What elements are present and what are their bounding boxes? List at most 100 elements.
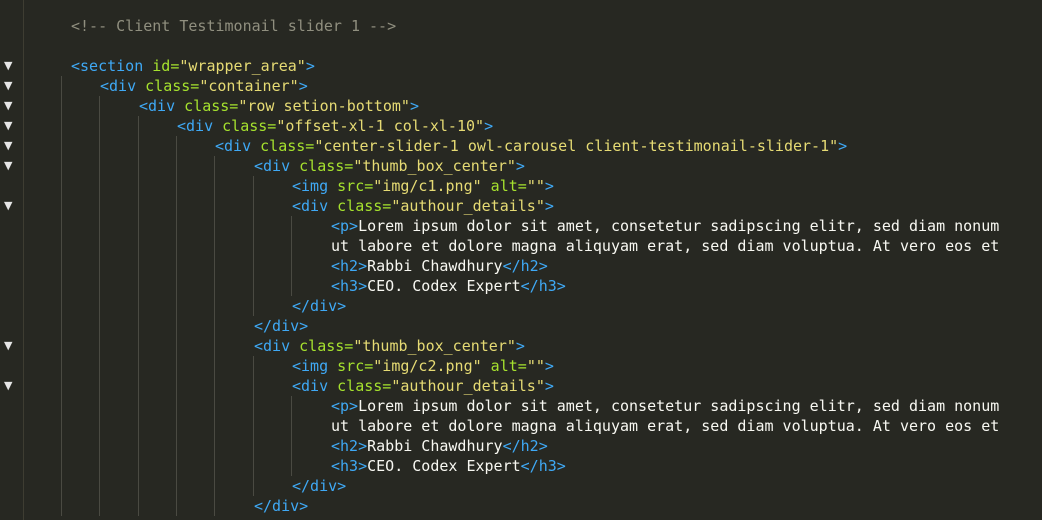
code-line[interactable]: ▼ <div class="container"> <box>0 76 1042 96</box>
code-text: <div class="authour_details"> <box>292 196 554 216</box>
indent-guide <box>99 296 100 316</box>
code-token: class= <box>299 337 354 355</box>
code-text: <img src="img/c2.png" alt=""> <box>292 356 554 376</box>
indent-guide <box>61 456 62 476</box>
fold-toggle-icon[interactable]: ▼ <box>4 96 18 116</box>
code-line[interactable]: ▼ <div class="authour_details"> <box>0 376 1042 396</box>
indent-guide <box>61 256 62 276</box>
code-line[interactable]: ▼ <div class="authour_details"> <box>0 196 1042 216</box>
code-line[interactable]: <img src="img/c1.png" alt=""> <box>0 176 1042 196</box>
code-token: > <box>298 77 308 95</box>
indent-guide <box>61 76 62 96</box>
fold-toggle-icon[interactable]: ▼ <box>4 136 18 156</box>
indent-guide <box>61 376 62 396</box>
code-line[interactable]: </div> <box>0 476 1042 496</box>
code-token: src= <box>337 177 374 195</box>
code-text: <div class="thumb_box_center"> <box>254 156 525 176</box>
code-line[interactable]: <h3>CEO. Codex Expert</h3> <box>0 276 1042 296</box>
fold-toggle-icon[interactable]: ▼ <box>4 76 18 96</box>
code-token: <p> <box>331 217 359 235</box>
indent-guide <box>61 96 62 116</box>
code-line[interactable]: <p>Lorem ipsum dolor sit amet, consetetu… <box>0 396 1042 416</box>
code-token: <section <box>71 57 153 75</box>
code-line[interactable]: <!-- Client Testimonail slider 1 --> <box>0 16 1042 36</box>
indent-guide <box>214 276 215 296</box>
code-token: <p> <box>331 397 359 415</box>
code-token: <div <box>139 97 185 115</box>
indent-guide <box>61 236 62 256</box>
code-token: class= <box>260 137 315 155</box>
indent-guide <box>99 136 100 156</box>
code-line[interactable]: </div> <box>0 316 1042 336</box>
indent-guide <box>138 356 139 376</box>
indent-guide <box>176 416 177 436</box>
indent-guide <box>214 376 215 396</box>
code-token: </div> <box>254 497 309 515</box>
code-line[interactable]: <p>Lorem ipsum dolor sit amet, consetetu… <box>0 216 1042 236</box>
code-token: <div <box>215 137 261 155</box>
fold-toggle-icon[interactable]: ▼ <box>4 376 18 396</box>
fold-toggle-icon[interactable]: ▼ <box>4 336 18 356</box>
indent-guide <box>176 376 177 396</box>
code-editor[interactable]: <!-- Client Testimonail slider 1 --> ▼ <se… <box>0 0 1042 520</box>
code-line[interactable]: <h2>Rabbi Chawdhury</h2> <box>0 436 1042 456</box>
code-token: src= <box>337 357 374 375</box>
indent-guide <box>61 296 62 316</box>
code-text: <p>Lorem ipsum dolor sit amet, consetetu… <box>331 396 999 416</box>
code-line[interactable]: ▼ <div class="thumb_box_center"> <box>0 156 1042 176</box>
indent-guide <box>61 316 62 336</box>
code-token: <h2> <box>331 257 368 275</box>
fold-toggle-icon[interactable]: ▼ <box>4 56 18 76</box>
code-line[interactable]: ▼ <div class="thumb_box_center"> <box>0 336 1042 356</box>
code-line[interactable]: </div> <box>0 496 1042 516</box>
code-text: </div> <box>254 316 308 336</box>
indent-guide <box>61 416 62 436</box>
code-token: </div> <box>292 477 347 495</box>
code-token: class= <box>184 97 239 115</box>
code-line[interactable]: ut labore et dolore magna aliquyam erat,… <box>0 236 1042 256</box>
code-line[interactable]: </div> <box>0 296 1042 316</box>
indent-guide <box>99 116 100 136</box>
code-token: > <box>484 117 494 135</box>
code-token: CEO. Codex Expert <box>367 457 521 475</box>
code-line[interactable]: ▼ <div class="center-slider-1 owl-carouse… <box>0 136 1042 156</box>
indent-guide <box>214 336 215 356</box>
indent-guide <box>253 196 254 216</box>
code-token: "wrapper_area" <box>179 57 306 75</box>
code-token: "thumb_box_center" <box>353 157 516 175</box>
indent-guide <box>61 216 62 236</box>
code-token: Rabbi Chawdhury <box>367 437 503 455</box>
indent-guide <box>61 436 62 456</box>
code-line[interactable]: ▼ <div class="row setion-bottom"> <box>0 96 1042 116</box>
indent-guide <box>176 136 177 156</box>
fold-toggle-icon[interactable]: ▼ <box>4 116 18 136</box>
indent-guide <box>291 256 292 276</box>
indent-guide <box>214 356 215 376</box>
code-token: "container" <box>199 77 299 95</box>
indent-guide <box>61 116 62 136</box>
code-line[interactable]: <h3>CEO. Codex Expert</h3> <box>0 456 1042 476</box>
indent-guide <box>253 216 254 236</box>
code-line[interactable]: ▼ <div class="offset-xl-1 col-xl-10"> <box>0 116 1042 136</box>
indent-guide <box>253 476 254 496</box>
indent-guide <box>214 236 215 256</box>
indent-guide <box>99 376 100 396</box>
code-token: </h2> <box>502 257 548 275</box>
code-token: class= <box>299 157 354 175</box>
code-line[interactable]: <img src="img/c2.png" alt=""> <box>0 356 1042 376</box>
code-line[interactable] <box>0 36 1042 56</box>
code-line[interactable]: <h2>Rabbi Chawdhury</h2> <box>0 256 1042 276</box>
fold-toggle-icon[interactable]: ▼ <box>4 196 18 216</box>
code-token: class= <box>145 77 200 95</box>
fold-toggle-icon[interactable]: ▼ <box>4 156 18 176</box>
indent-guide <box>253 416 254 436</box>
code-token: > <box>305 57 315 75</box>
indent-guide <box>138 196 139 216</box>
code-line[interactable]: ▼ <section id="wrapper_area"> <box>0 56 1042 76</box>
code-token: "offset-xl-1 col-xl-10" <box>276 117 485 135</box>
indent-guide <box>99 96 100 116</box>
indent-guide <box>214 316 215 336</box>
code-line[interactable]: ut labore et dolore magna aliquyam erat,… <box>0 416 1042 436</box>
indent-guide <box>253 376 254 396</box>
code-token: <img <box>292 357 338 375</box>
